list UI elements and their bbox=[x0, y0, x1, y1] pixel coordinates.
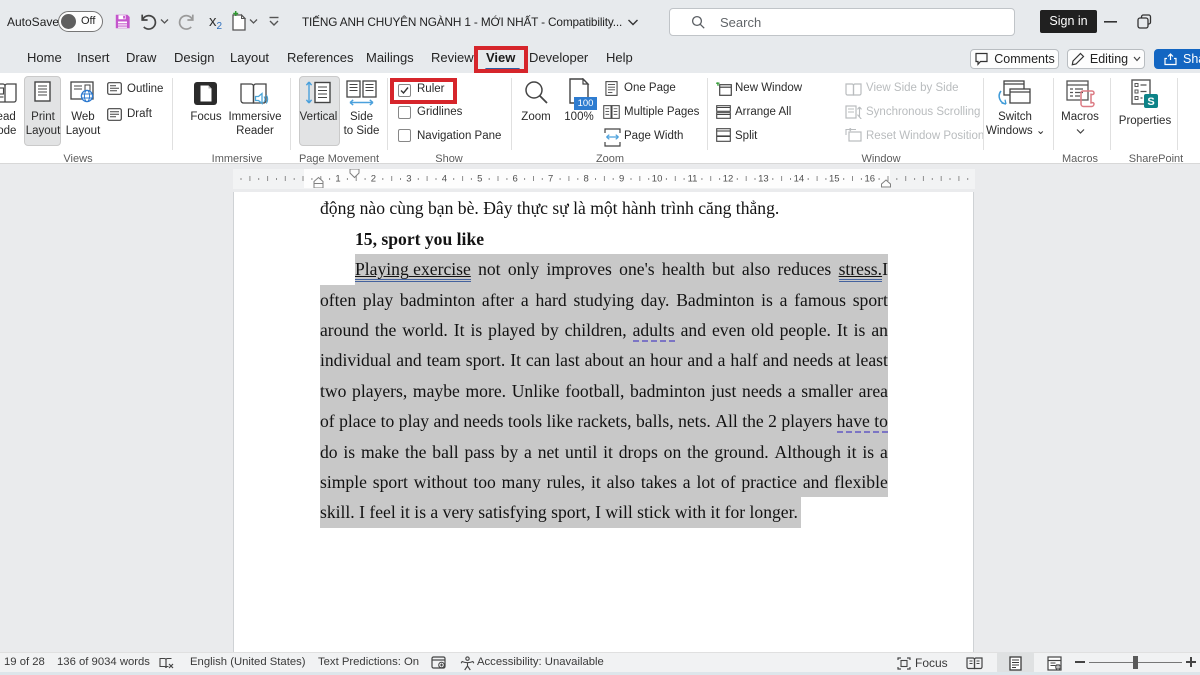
svg-text:12: 12 bbox=[723, 174, 734, 185]
svg-text:2: 2 bbox=[371, 174, 376, 185]
svg-text:10: 10 bbox=[652, 174, 663, 185]
svg-text:8: 8 bbox=[584, 174, 589, 185]
svg-text:16: 16 bbox=[865, 174, 876, 185]
svg-text:9: 9 bbox=[619, 174, 624, 185]
svg-text:5: 5 bbox=[477, 174, 482, 185]
svg-text:15: 15 bbox=[829, 174, 840, 185]
svg-text:7: 7 bbox=[548, 174, 553, 185]
svg-text:13: 13 bbox=[758, 174, 769, 185]
svg-text:11: 11 bbox=[688, 174, 698, 185]
svg-text:6: 6 bbox=[513, 174, 518, 185]
svg-text:4: 4 bbox=[442, 174, 447, 185]
svg-text:14: 14 bbox=[794, 174, 805, 185]
svg-text:S: S bbox=[1147, 96, 1154, 108]
svg-text:1: 1 bbox=[335, 174, 340, 185]
svg-text:3: 3 bbox=[406, 174, 411, 185]
